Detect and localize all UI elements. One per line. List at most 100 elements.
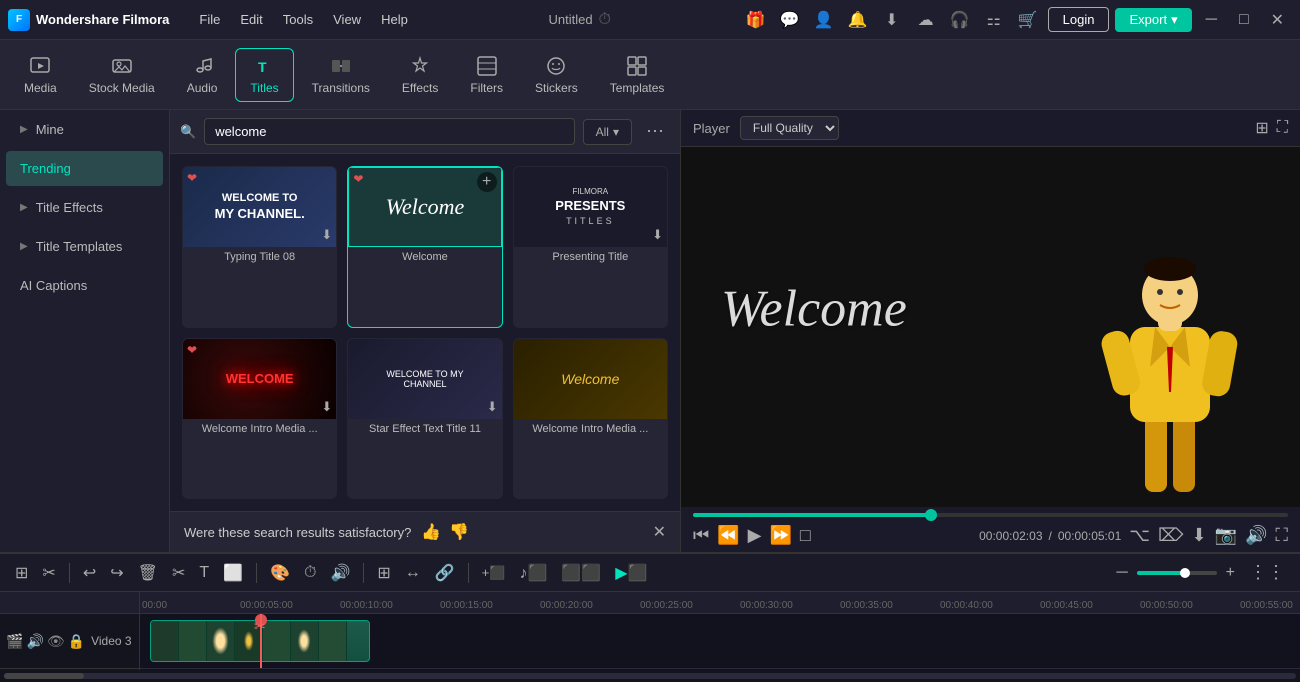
menu-edit[interactable]: Edit: [230, 8, 272, 31]
sidebar-item-title-templates[interactable]: ▶ Title Templates: [6, 229, 163, 264]
zoom-out-button[interactable]: ─: [1111, 561, 1132, 585]
tl-grid-button[interactable]: ⋮⋮: [1244, 559, 1290, 586]
progress-thumb[interactable]: [925, 509, 937, 521]
download-icon-star: ⬇: [487, 399, 498, 415]
add-to-timeline-button[interactable]: ⬇: [1191, 525, 1206, 546]
timeline: ⊞ ✂ ↩ ↪ 🗑 ✂ T ⬜ 🎨 ⏱ 🔊 ⊞ ↔ 🔗 +⬛ ♪⬛ ⬛⬛ ▶⬛ …: [0, 552, 1300, 682]
sidebar-item-title-effects[interactable]: ▶ Title Effects: [6, 190, 163, 225]
media-tab-transitions[interactable]: Transitions: [298, 49, 384, 101]
zoom-control: ─ +: [1111, 561, 1240, 585]
progress-track[interactable]: [693, 513, 1288, 517]
rewind-button[interactable]: ⏪: [717, 525, 739, 546]
thumbnail-presenting[interactable]: FILMORA PRESENTS TITLES ⬇ Presenting Tit…: [513, 166, 668, 328]
tl-text-button[interactable]: T: [194, 561, 214, 585]
sidebar-item-ai-captions[interactable]: AI Captions: [6, 268, 163, 303]
maximize-button[interactable]: □: [1231, 11, 1257, 29]
more-options-button[interactable]: ⋯: [640, 119, 670, 144]
resize-button[interactable]: ⛶: [1275, 525, 1288, 546]
prev-frame-button[interactable]: ⏮: [693, 525, 709, 546]
tl-overlay-button[interactable]: ⬛⬛: [556, 560, 606, 586]
thumbs-up-button[interactable]: 👍: [421, 522, 441, 542]
tl-separator-2: [256, 563, 257, 583]
volume-button[interactable]: 🔊: [1245, 525, 1267, 546]
menu-tools[interactable]: Tools: [273, 8, 323, 31]
tl-cut-button[interactable]: ✂: [167, 560, 190, 586]
tl-link-button[interactable]: 🔗: [430, 560, 460, 586]
zoom-thumb[interactable]: [1180, 568, 1190, 578]
left-sidebar: ▶ Mine Trending ▶ Title Effects ▶ Title …: [0, 110, 170, 552]
thumbnail-typing-title[interactable]: ❤ WELCOME TO MY CHANNEL. ⬇ Typing Title …: [182, 166, 337, 328]
shop-icon[interactable]: 🛒: [1014, 6, 1042, 34]
clip-frames: [151, 621, 347, 661]
thumbnail-intro2[interactable]: Welcome Welcome Intro Media ...: [513, 338, 668, 500]
apps-icon[interactable]: ⚏: [980, 6, 1008, 34]
tl-trim-button[interactable]: ✂: [37, 560, 60, 586]
gift-icon[interactable]: 🎁: [742, 6, 770, 34]
account-icon[interactable]: 👤: [810, 6, 838, 34]
media-tab-stickers[interactable]: Stickers: [521, 49, 592, 101]
menu-help[interactable]: Help: [371, 8, 418, 31]
media-tab-templates[interactable]: Templates: [596, 49, 679, 101]
sidebar-item-mine[interactable]: ▶ Mine: [6, 112, 163, 147]
close-button[interactable]: ✕: [1263, 10, 1292, 30]
export-button[interactable]: Export ▾: [1115, 8, 1191, 32]
split-view-icon[interactable]: ⊞: [1255, 118, 1268, 138]
notification-icon[interactable]: 🔔: [844, 6, 872, 34]
tl-pip-button[interactable]: ⊞: [372, 560, 395, 586]
fullscreen-preview-icon[interactable]: ⛶: [1277, 118, 1288, 138]
tl-snap-button[interactable]: ⊞: [10, 560, 33, 586]
media-tab-filters[interactable]: Filters: [456, 49, 517, 101]
menu-file[interactable]: File: [189, 8, 230, 31]
tl-audio-button[interactable]: 🔊: [325, 560, 355, 586]
ruler-tick-2: 00:00:10:00: [340, 600, 393, 611]
tl-delete-button[interactable]: 🗑: [133, 560, 163, 586]
tl-motion-button[interactable]: ▶⬛: [610, 560, 652, 586]
tl-undo-button[interactable]: ↩: [78, 560, 101, 586]
scrollbar-track[interactable]: [4, 673, 1296, 679]
media-tab-audio[interactable]: Audio: [173, 49, 232, 101]
loop-button[interactable]: □: [800, 525, 811, 546]
media-tab-stock[interactable]: Stock Media: [75, 49, 169, 101]
snapshot-button[interactable]: 📷: [1215, 525, 1237, 546]
media-tab-effects[interactable]: Effects: [388, 49, 452, 101]
zoom-in-button[interactable]: +: [1221, 561, 1240, 585]
quality-select[interactable]: Full Quality 1/2 Quality 1/4 Quality: [740, 116, 839, 140]
track-audio-icon[interactable]: 🔊: [26, 633, 43, 650]
track-icons: 🎬 🔊 👁 🔒: [6, 633, 85, 650]
download-icon[interactable]: ⬇: [878, 6, 906, 34]
tl-redo-button[interactable]: ↪: [105, 560, 128, 586]
zoom-track[interactable]: [1137, 571, 1217, 575]
tl-add-track-button[interactable]: +⬛: [477, 562, 511, 584]
forward-button[interactable]: ⏩: [769, 525, 791, 546]
cloud-icon[interactable]: ☁: [912, 6, 940, 34]
sidebar-item-trending[interactable]: Trending: [6, 151, 163, 186]
play-button[interactable]: ▶: [748, 525, 762, 546]
headset-icon[interactable]: 🎧: [946, 6, 974, 34]
tl-audio-track-button[interactable]: ♪⬛: [514, 560, 552, 586]
media-tab-media[interactable]: Media: [10, 49, 71, 101]
timeline-scrollable[interactable]: 00:00 00:00:05:00 00:00:10:00 00:00:15:0…: [140, 592, 1300, 670]
tl-transform-button[interactable]: ↔: [400, 561, 426, 585]
search-input[interactable]: [204, 118, 574, 145]
tl-crop-button[interactable]: ⬜: [218, 560, 248, 586]
login-button[interactable]: Login: [1048, 7, 1110, 32]
thumbnail-welcome[interactable]: ❤ + Welcome Welcome: [347, 166, 502, 328]
tl-color-button[interactable]: 🎨: [265, 560, 295, 586]
feedback-buttons: 👍 👎: [421, 522, 469, 542]
scrollbar-thumb[interactable]: [4, 673, 84, 679]
message-icon[interactable]: 💬: [776, 6, 804, 34]
filter-button[interactable]: All ▾: [583, 119, 632, 145]
thumbnail-intro1[interactable]: ❤ WELCOME ⬇ Welcome Intro Media ...: [182, 338, 337, 500]
tl-speed-button[interactable]: ⏱: [299, 561, 321, 585]
close-feedback-button[interactable]: ✕: [653, 522, 666, 542]
menu-view[interactable]: View: [323, 8, 371, 31]
trim-in-button[interactable]: ⌥: [1129, 525, 1150, 546]
thumb-text-welcome: Welcome: [386, 194, 465, 220]
track-eye-icon[interactable]: 👁: [47, 633, 65, 650]
thumbs-down-button[interactable]: 👎: [449, 522, 469, 542]
track-lock-icon[interactable]: 🔒: [68, 633, 85, 650]
thumbnail-star[interactable]: WELCOME TO MY CHANNEL ⬇ Star Effect Text…: [347, 338, 502, 500]
media-tab-titles[interactable]: T Titles: [235, 48, 293, 102]
trim-out-button[interactable]: ⌦: [1158, 525, 1183, 546]
minimize-button[interactable]: ─: [1198, 11, 1225, 29]
